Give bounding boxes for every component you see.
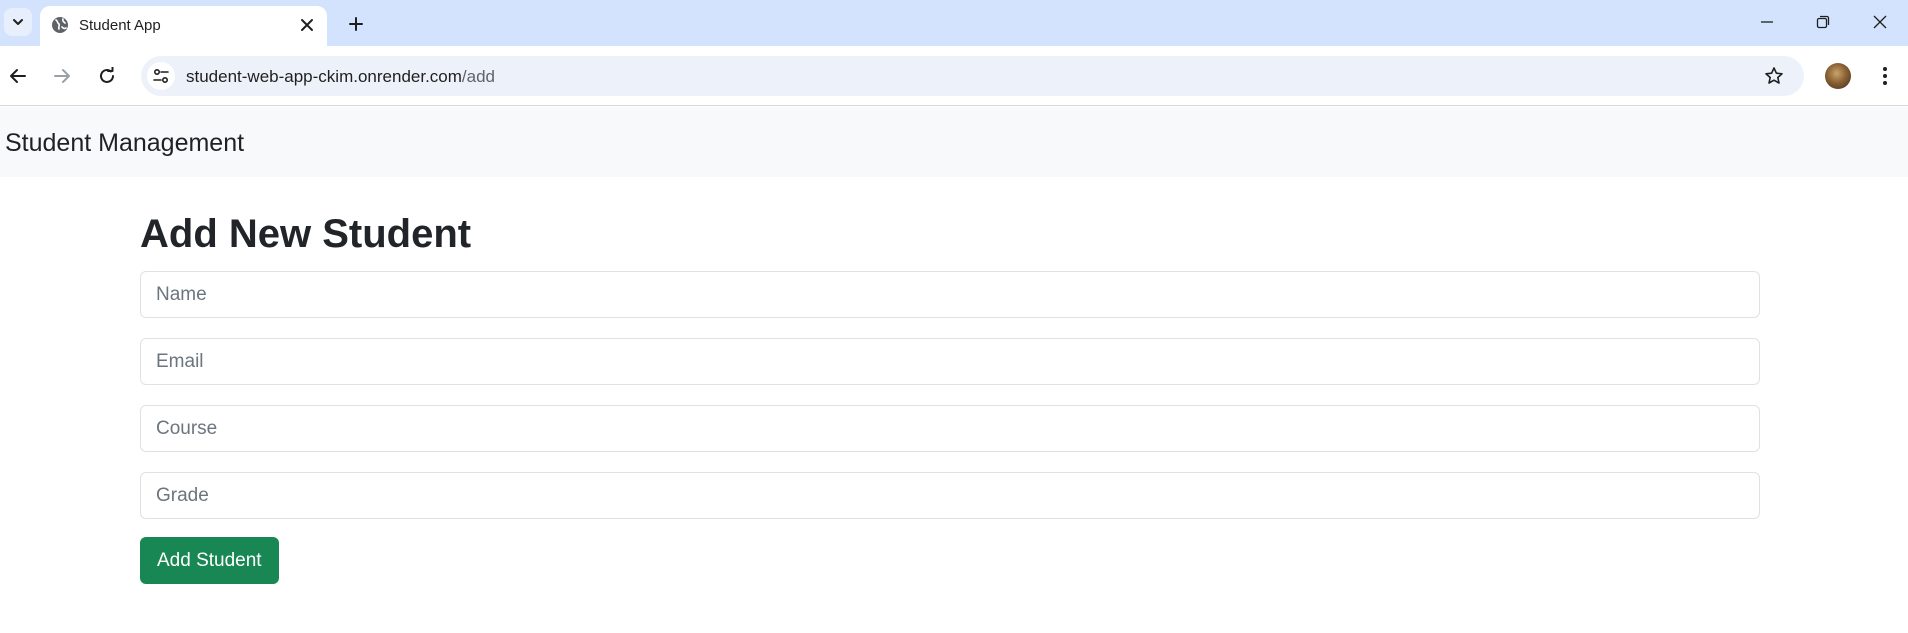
close-icon [301, 19, 313, 31]
navbar-brand[interactable]: Student Management [5, 129, 244, 158]
chevron-down-icon [13, 19, 23, 25]
browser-menu-button[interactable] [1870, 61, 1900, 91]
close-window-button[interactable] [1860, 4, 1900, 40]
url-host: student-web-app-ckim.onrender.com [186, 67, 462, 86]
restore-button[interactable] [1803, 4, 1843, 40]
url-text[interactable]: student-web-app-ckim.onrender.com/add [186, 67, 495, 87]
tab-title: Student App [79, 17, 161, 34]
kebab-menu-icon [1883, 67, 1887, 85]
back-arrow-icon [10, 69, 26, 83]
minimize-icon [1761, 21, 1773, 23]
add-student-form: Add Student [140, 271, 1760, 584]
grade-input[interactable] [140, 472, 1760, 519]
course-input[interactable] [140, 405, 1760, 452]
url-path: /add [461, 67, 496, 86]
page-title: Add New Student [140, 212, 472, 256]
name-input[interactable] [140, 271, 1760, 318]
restore-icon [1816, 15, 1830, 29]
add-student-container: Add New Student Add Student [140, 205, 1760, 584]
tab-search-button[interactable] [4, 8, 32, 36]
site-info-button[interactable] [147, 62, 175, 90]
forward-button[interactable] [47, 61, 77, 91]
reload-icon [100, 67, 114, 83]
email-input[interactable] [140, 338, 1760, 385]
add-student-button[interactable]: Add Student [140, 537, 279, 584]
browser-toolbar: student-web-app-ckim.onrender.com/add [0, 46, 1908, 106]
tab-close-button[interactable] [295, 13, 319, 37]
new-tab-button[interactable] [342, 10, 370, 38]
minimize-button[interactable] [1747, 4, 1787, 40]
tab-student-app[interactable]: Student App [40, 6, 327, 46]
star-icon [1765, 67, 1783, 84]
navbar: Student Management [0, 107, 1908, 177]
reload-button[interactable] [92, 61, 122, 91]
back-button[interactable] [3, 61, 33, 91]
tab-strip: Student App [0, 0, 1908, 46]
address-bar[interactable]: student-web-app-ckim.onrender.com/add [141, 56, 1804, 96]
plus-icon [349, 17, 363, 31]
close-icon [1873, 15, 1887, 29]
tune-icon [153, 68, 169, 84]
bookmark-button[interactable] [1762, 64, 1786, 88]
globe-icon [52, 17, 68, 33]
avatar[interactable] [1825, 63, 1851, 89]
forward-arrow-icon [54, 69, 70, 83]
